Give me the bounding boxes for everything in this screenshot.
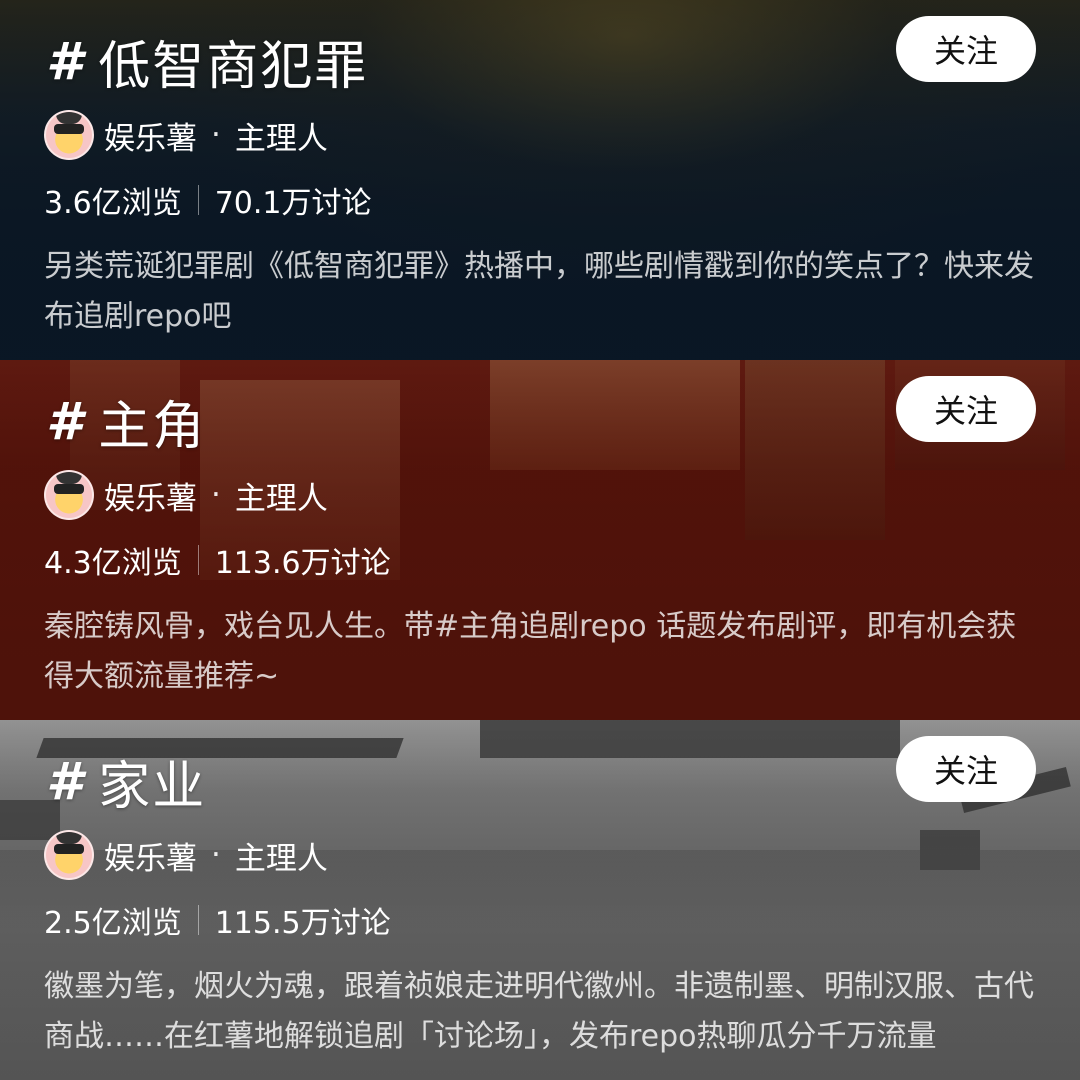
avatar[interactable] [44, 470, 94, 520]
views-count: 4.3亿浏览 [44, 546, 182, 581]
hashtag-icon: # [46, 751, 85, 812]
discussions-count: 115.5万讨论 [214, 906, 391, 941]
host-role: 主理人 [234, 840, 328, 877]
host-separator: · [211, 117, 221, 153]
card-content: # 家业 关注 娱乐薯 · 主理人 2.5亿浏览 115.5万讨论 徽墨为笔，烟… [0, 720, 1080, 1080]
host-row[interactable]: 娱乐薯 · 主理人 [44, 830, 328, 880]
host-row[interactable]: 娱乐薯 · 主理人 [44, 110, 328, 160]
discussions-count: 70.1万讨论 [214, 186, 372, 221]
stats-divider [197, 185, 199, 215]
views-count: 3.6亿浏览 [44, 186, 182, 221]
topic-card[interactable]: # 家业 关注 娱乐薯 · 主理人 2.5亿浏览 115.5万讨论 徽墨为笔，烟… [0, 720, 1080, 1080]
stats-divider [197, 905, 199, 935]
topic-title[interactable]: # 家业 [46, 744, 206, 819]
host-role: 主理人 [234, 480, 328, 517]
host-separator: · [211, 837, 221, 873]
follow-button[interactable]: 关注 [896, 736, 1036, 802]
views-count: 2.5亿浏览 [44, 906, 182, 941]
avatar[interactable] [44, 830, 94, 880]
topic-title-text: 主角 [98, 397, 207, 457]
hashtag-icon: # [46, 391, 85, 452]
follow-button[interactable]: 关注 [896, 16, 1036, 82]
stats-row: 2.5亿浏览 115.5万讨论 [44, 898, 391, 942]
topic-description: 徽墨为笔，烟火为魂，跟着祯娘走进明代徽州。非遗制墨、明制汉服、古代商战……在红薯… [44, 969, 1034, 1054]
topic-description: 另类荒诞犯罪剧《低智商犯罪》热播中，哪些剧情戳到你的笑点了？快来发布追剧repo… [44, 249, 1034, 334]
topic-title[interactable]: # 低智商犯罪 [46, 24, 368, 99]
topic-title-text: 低智商犯罪 [98, 37, 369, 97]
stats-row: 4.3亿浏览 113.6万讨论 [44, 538, 391, 582]
topic-feed: # 低智商犯罪 关注 娱乐薯 · 主理人 3.6亿浏览 70.1万讨论 另类荒诞… [0, 0, 1080, 1080]
topic-description: 秦腔铸风骨，戏台见人生。带#主角追剧repo 话题发布剧评，即有机会获得大额流量… [44, 609, 1017, 694]
host-name: 娱乐薯 [104, 480, 197, 517]
host-row[interactable]: 娱乐薯 · 主理人 [44, 470, 328, 520]
topic-card[interactable]: # 主角 关注 娱乐薯 · 主理人 4.3亿浏览 113.6万讨论 秦腔铸风骨，… [0, 360, 1080, 720]
card-content: # 低智商犯罪 关注 娱乐薯 · 主理人 3.6亿浏览 70.1万讨论 另类荒诞… [0, 0, 1080, 360]
host-role: 主理人 [234, 120, 328, 157]
host-name: 娱乐薯 [104, 840, 197, 877]
avatar[interactable] [44, 110, 94, 160]
topic-title[interactable]: # 主角 [46, 384, 206, 459]
topic-title-text: 家业 [98, 757, 207, 817]
host-separator: · [211, 477, 221, 513]
discussions-count: 113.6万讨论 [214, 546, 391, 581]
stats-divider [197, 545, 199, 575]
card-content: # 主角 关注 娱乐薯 · 主理人 4.3亿浏览 113.6万讨论 秦腔铸风骨，… [0, 360, 1080, 720]
topic-card[interactable]: # 低智商犯罪 关注 娱乐薯 · 主理人 3.6亿浏览 70.1万讨论 另类荒诞… [0, 0, 1080, 360]
hashtag-icon: # [46, 31, 85, 92]
host-name: 娱乐薯 [104, 120, 197, 157]
stats-row: 3.6亿浏览 70.1万讨论 [44, 178, 372, 222]
follow-button[interactable]: 关注 [896, 376, 1036, 442]
